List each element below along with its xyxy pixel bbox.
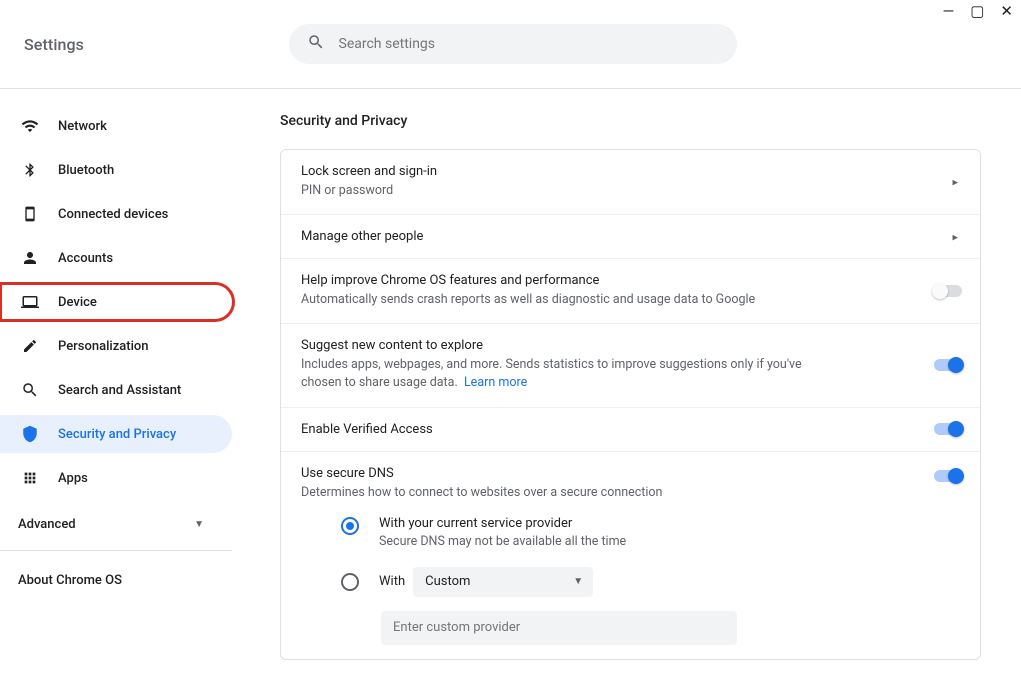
sidebar-item-label: Network bbox=[58, 119, 107, 134]
sidebar-advanced[interactable]: Advanced ▼ bbox=[0, 503, 232, 546]
row-title: Suggest new content to explore bbox=[301, 338, 960, 353]
row-sub: PIN or password bbox=[301, 182, 960, 200]
page-title: Settings bbox=[24, 35, 84, 54]
person-icon bbox=[20, 248, 40, 268]
sidebar-item-label: Search and Assistant bbox=[58, 383, 181, 398]
header: Settings bbox=[0, 0, 1021, 88]
sidebar: Network Bluetooth Connected devices Acco… bbox=[0, 89, 232, 684]
radio-sub: Secure DNS may not be available all the … bbox=[379, 534, 626, 549]
sidebar-item-search-assistant[interactable]: Search and Assistant bbox=[0, 371, 232, 409]
chevron-down-icon: ▼ bbox=[194, 519, 204, 530]
row-title: Manage other people bbox=[301, 229, 960, 244]
radio-button[interactable] bbox=[341, 573, 359, 591]
minimize-button[interactable]: — bbox=[943, 4, 955, 19]
sidebar-item-device[interactable]: Device bbox=[0, 283, 234, 321]
select-value: Custom bbox=[425, 574, 470, 589]
about-label: About Chrome OS bbox=[18, 573, 122, 588]
radio-button[interactable] bbox=[341, 517, 359, 535]
sidebar-item-label: Apps bbox=[58, 471, 88, 486]
row-verified-access: Enable Verified Access bbox=[281, 408, 980, 452]
sidebar-item-accounts[interactable]: Accounts bbox=[0, 239, 232, 277]
sidebar-item-connected-devices[interactable]: Connected devices bbox=[0, 195, 232, 233]
toggle-verified-access[interactable] bbox=[934, 423, 962, 435]
sidebar-item-apps[interactable]: Apps bbox=[0, 459, 232, 497]
bluetooth-icon bbox=[20, 160, 40, 180]
sidebar-about[interactable]: About Chrome OS bbox=[0, 555, 232, 606]
toggle-suggest-content[interactable] bbox=[934, 359, 962, 371]
search-input[interactable] bbox=[339, 36, 719, 52]
chevron-right-icon: ▸ bbox=[952, 230, 958, 243]
sidebar-divider bbox=[0, 550, 232, 551]
chevron-down-icon: ▼ bbox=[573, 576, 583, 587]
dns-provider-select[interactable]: Custom ▼ bbox=[413, 567, 593, 597]
row-sub: Determines how to connect to websites ov… bbox=[301, 484, 960, 502]
sidebar-item-label: Personalization bbox=[58, 339, 149, 354]
dns-option-current-provider[interactable]: With your current service provider Secur… bbox=[341, 516, 960, 549]
row-secure-dns: Use secure DNS Determines how to connect… bbox=[281, 452, 980, 659]
shield-icon bbox=[20, 424, 40, 444]
radio-label: With bbox=[379, 574, 405, 589]
advanced-label: Advanced bbox=[18, 517, 76, 532]
sidebar-item-personalization[interactable]: Personalization bbox=[0, 327, 232, 365]
sidebar-item-label: Bluetooth bbox=[58, 163, 114, 178]
dns-options: With your current service provider Secur… bbox=[341, 516, 960, 645]
row-lock-screen[interactable]: Lock screen and sign-in PIN or password … bbox=[281, 150, 980, 215]
row-title: Lock screen and sign-in bbox=[301, 164, 960, 179]
sidebar-item-label: Device bbox=[58, 295, 97, 310]
laptop-icon bbox=[20, 292, 40, 312]
row-suggest-content: Suggest new content to explore Includes … bbox=[281, 324, 980, 407]
wifi-icon bbox=[20, 116, 40, 136]
row-manage-people[interactable]: Manage other people ▸ bbox=[281, 215, 980, 259]
radio-label: With your current service provider bbox=[379, 516, 626, 531]
sidebar-item-label: Accounts bbox=[58, 251, 113, 266]
sidebar-item-label: Connected devices bbox=[58, 207, 168, 222]
section-title: Security and Privacy bbox=[280, 113, 981, 129]
sidebar-item-network[interactable]: Network bbox=[0, 107, 232, 145]
row-title: Help improve Chrome OS features and perf… bbox=[301, 273, 960, 288]
row-title: Use secure DNS bbox=[301, 466, 960, 481]
close-button[interactable]: ✕ bbox=[1000, 4, 1013, 19]
toggle-secure-dns[interactable] bbox=[934, 470, 962, 482]
search-icon bbox=[307, 33, 325, 55]
row-sub: Automatically sends crash reports as wel… bbox=[301, 291, 960, 309]
toggle-crash-reports[interactable] bbox=[934, 285, 962, 297]
row-crash-reports: Help improve Chrome OS features and perf… bbox=[281, 259, 980, 324]
pencil-icon bbox=[20, 336, 40, 356]
devices-icon bbox=[20, 204, 40, 224]
chevron-right-icon: ▸ bbox=[952, 176, 958, 189]
dns-custom-input[interactable] bbox=[381, 611, 737, 645]
search-box[interactable] bbox=[289, 24, 737, 64]
window-controls: — ▢ ✕ bbox=[943, 4, 1013, 19]
sidebar-item-bluetooth[interactable]: Bluetooth bbox=[0, 151, 232, 189]
learn-more-link[interactable]: Learn more bbox=[464, 375, 527, 390]
maximize-button[interactable]: ▢ bbox=[970, 4, 984, 19]
row-title: Enable Verified Access bbox=[301, 422, 960, 437]
sidebar-item-security-privacy[interactable]: Security and Privacy bbox=[0, 415, 232, 453]
settings-card: Lock screen and sign-in PIN or password … bbox=[280, 149, 981, 660]
dns-option-custom[interactable]: With Custom ▼ bbox=[341, 567, 960, 597]
search-icon bbox=[20, 380, 40, 400]
content: Security and Privacy Lock screen and sig… bbox=[232, 89, 1021, 684]
apps-icon bbox=[20, 468, 40, 488]
sidebar-item-label: Security and Privacy bbox=[58, 427, 176, 442]
row-sub: Includes apps, webpages, and more. Sends… bbox=[301, 356, 821, 392]
